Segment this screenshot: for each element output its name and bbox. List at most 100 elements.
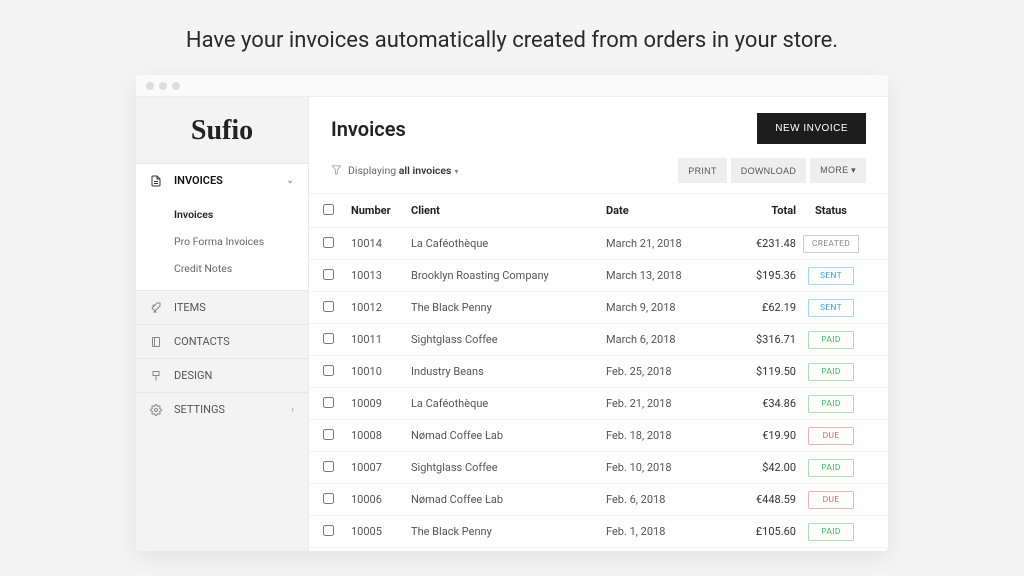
table-row[interactable]: 10006Nømad Coffee LabFeb. 6, 2018€448.59… [309, 484, 888, 516]
row-checkbox[interactable] [323, 237, 334, 248]
row-checkbox[interactable] [323, 429, 334, 440]
traffic-light-close[interactable] [146, 82, 154, 90]
sidebar-item-settings[interactable]: SETTINGS› [136, 392, 308, 426]
sidebar-sub-item[interactable]: Invoices [136, 201, 308, 228]
cell-client: La Caféothèque [411, 397, 606, 410]
cell-total: €448.59 [716, 493, 796, 506]
cell-status: DUE [796, 491, 866, 509]
table-row[interactable]: 10012The Black PennyMarch 9, 2018£62.19S… [309, 292, 888, 324]
cell-date: March 13, 2018 [606, 269, 716, 282]
book-icon [150, 336, 166, 348]
sidebar: Sufio INVOICES⌄InvoicesPro Forma Invoice… [136, 97, 309, 551]
cell-client: La Caféothèque [411, 237, 606, 250]
table-row[interactable]: 10009La CaféothèqueFeb. 21, 2018€34.86PA… [309, 388, 888, 420]
printbutton[interactable]: PRINT [678, 158, 727, 183]
cell-date: March 9, 2018 [606, 301, 716, 314]
traffic-light-max[interactable] [172, 82, 180, 90]
sidebar-item-items[interactable]: ITEMS [136, 290, 308, 324]
table-header: Number Client Date Total Status [309, 194, 888, 228]
page-header: Invoices NEW INVOICE [309, 97, 888, 158]
status-badge: DUE [808, 427, 854, 445]
new-invoice-button[interactable]: NEW INVOICE [757, 113, 866, 144]
row-checkbox[interactable] [323, 493, 334, 504]
window-titlebar [136, 75, 888, 97]
toolbar: Displaying all invoices▾ PRINTDOWNLOADMO… [309, 158, 888, 194]
cell-date: Feb. 6, 2018 [606, 493, 716, 506]
cell-status: PAID [796, 331, 866, 349]
row-checkbox[interactable] [323, 397, 334, 408]
table-row[interactable]: 10007Sightglass CoffeeFeb. 10, 2018$42.0… [309, 452, 888, 484]
col-number: Number [351, 204, 411, 217]
cell-number: 10006 [351, 493, 411, 506]
cell-client: Nømad Coffee Lab [411, 429, 606, 442]
cell-client: Brooklyn Roasting Company [411, 269, 606, 282]
cell-number: 10012 [351, 301, 411, 314]
cell-status: PAID [796, 363, 866, 381]
table-row[interactable]: 10008Nømad Coffee LabFeb. 18, 2018€19.90… [309, 420, 888, 452]
select-all-checkbox[interactable] [323, 204, 334, 215]
cell-client: The Black Penny [411, 525, 606, 538]
sidebar-sub-item[interactable]: Credit Notes [136, 255, 308, 282]
status-badge: SENT [808, 299, 854, 317]
table-row[interactable]: 10011Sightglass CoffeeMarch 6, 2018$316.… [309, 324, 888, 356]
status-badge: PAID [808, 331, 854, 349]
col-date: Date [606, 204, 716, 217]
table-row[interactable]: 10010Industry BeansFeb. 25, 2018$119.50P… [309, 356, 888, 388]
table-row[interactable]: 10005The Black PennyFeb. 1, 2018£105.60P… [309, 516, 888, 548]
table-row[interactable]: 10013Brooklyn Roasting CompanyMarch 13, … [309, 260, 888, 292]
sidebar-item-design[interactable]: DESIGN [136, 358, 308, 392]
row-checkbox[interactable] [323, 365, 334, 376]
col-total: Total [716, 204, 796, 217]
traffic-light-min[interactable] [159, 82, 167, 90]
row-checkbox[interactable] [323, 525, 334, 536]
cell-status: PAID [796, 459, 866, 477]
row-checkbox[interactable] [323, 301, 334, 312]
table-row[interactable]: 10014La CaféothèqueMarch 21, 2018€231.48… [309, 228, 888, 260]
status-badge: PAID [808, 363, 854, 381]
cell-total: $119.50 [716, 365, 796, 378]
app-window: Sufio INVOICES⌄InvoicesPro Forma Invoice… [136, 75, 888, 551]
tag-icon [150, 302, 166, 314]
status-badge: SENT [808, 267, 854, 285]
page-title: Invoices [331, 117, 406, 141]
cell-total: €231.48 [716, 237, 796, 250]
row-checkbox[interactable] [323, 461, 334, 472]
cell-total: $195.36 [716, 269, 796, 282]
row-checkbox[interactable] [323, 269, 334, 280]
cell-status: SENT [796, 299, 866, 317]
sidebar-item-label: DESIGN [174, 369, 212, 382]
cell-date: Feb. 1, 2018 [606, 525, 716, 538]
filter-dropdown[interactable]: Displaying all invoices▾ [348, 164, 458, 177]
gear-icon [150, 404, 166, 416]
chevron-icon: › [291, 405, 294, 415]
sidebar-item-invoices[interactable]: INVOICES⌄ [136, 163, 308, 197]
cell-total: $42.00 [716, 461, 796, 474]
downloadbutton[interactable]: DOWNLOAD [731, 158, 806, 183]
cell-number: 10011 [351, 333, 411, 346]
cell-status: SENT [796, 267, 866, 285]
cell-date: Feb. 25, 2018 [606, 365, 716, 378]
cell-date: March 21, 2018 [606, 237, 716, 250]
cell-number: 10013 [351, 269, 411, 282]
cell-total: £62.19 [716, 301, 796, 314]
more-button[interactable]: MORE ▾ [810, 158, 866, 183]
sidebar-sub-item[interactable]: Pro Forma Invoices [136, 228, 308, 255]
sidebar-subnav: InvoicesPro Forma InvoicesCredit Notes [136, 197, 308, 290]
col-status: Status [796, 204, 866, 217]
cell-status: PAID [796, 395, 866, 413]
cell-total: £105.60 [716, 525, 796, 538]
cell-total: $316.71 [716, 333, 796, 346]
chevron-down-icon: ▾ [454, 167, 458, 176]
sidebar-item-contacts[interactable]: CONTACTS [136, 324, 308, 358]
invoices-table: Number Client Date Total Status 10014La … [309, 194, 888, 551]
cell-number: 10009 [351, 397, 411, 410]
cell-status: PAID [796, 523, 866, 541]
cell-number: 10014 [351, 237, 411, 250]
cell-date: Feb. 18, 2018 [606, 429, 716, 442]
cell-total: €19.90 [716, 429, 796, 442]
hero-headline: Have your invoices automatically created… [0, 0, 1024, 75]
cell-total: €34.86 [716, 397, 796, 410]
row-checkbox[interactable] [323, 333, 334, 344]
col-client: Client [411, 204, 606, 217]
status-badge: PAID [808, 523, 854, 541]
